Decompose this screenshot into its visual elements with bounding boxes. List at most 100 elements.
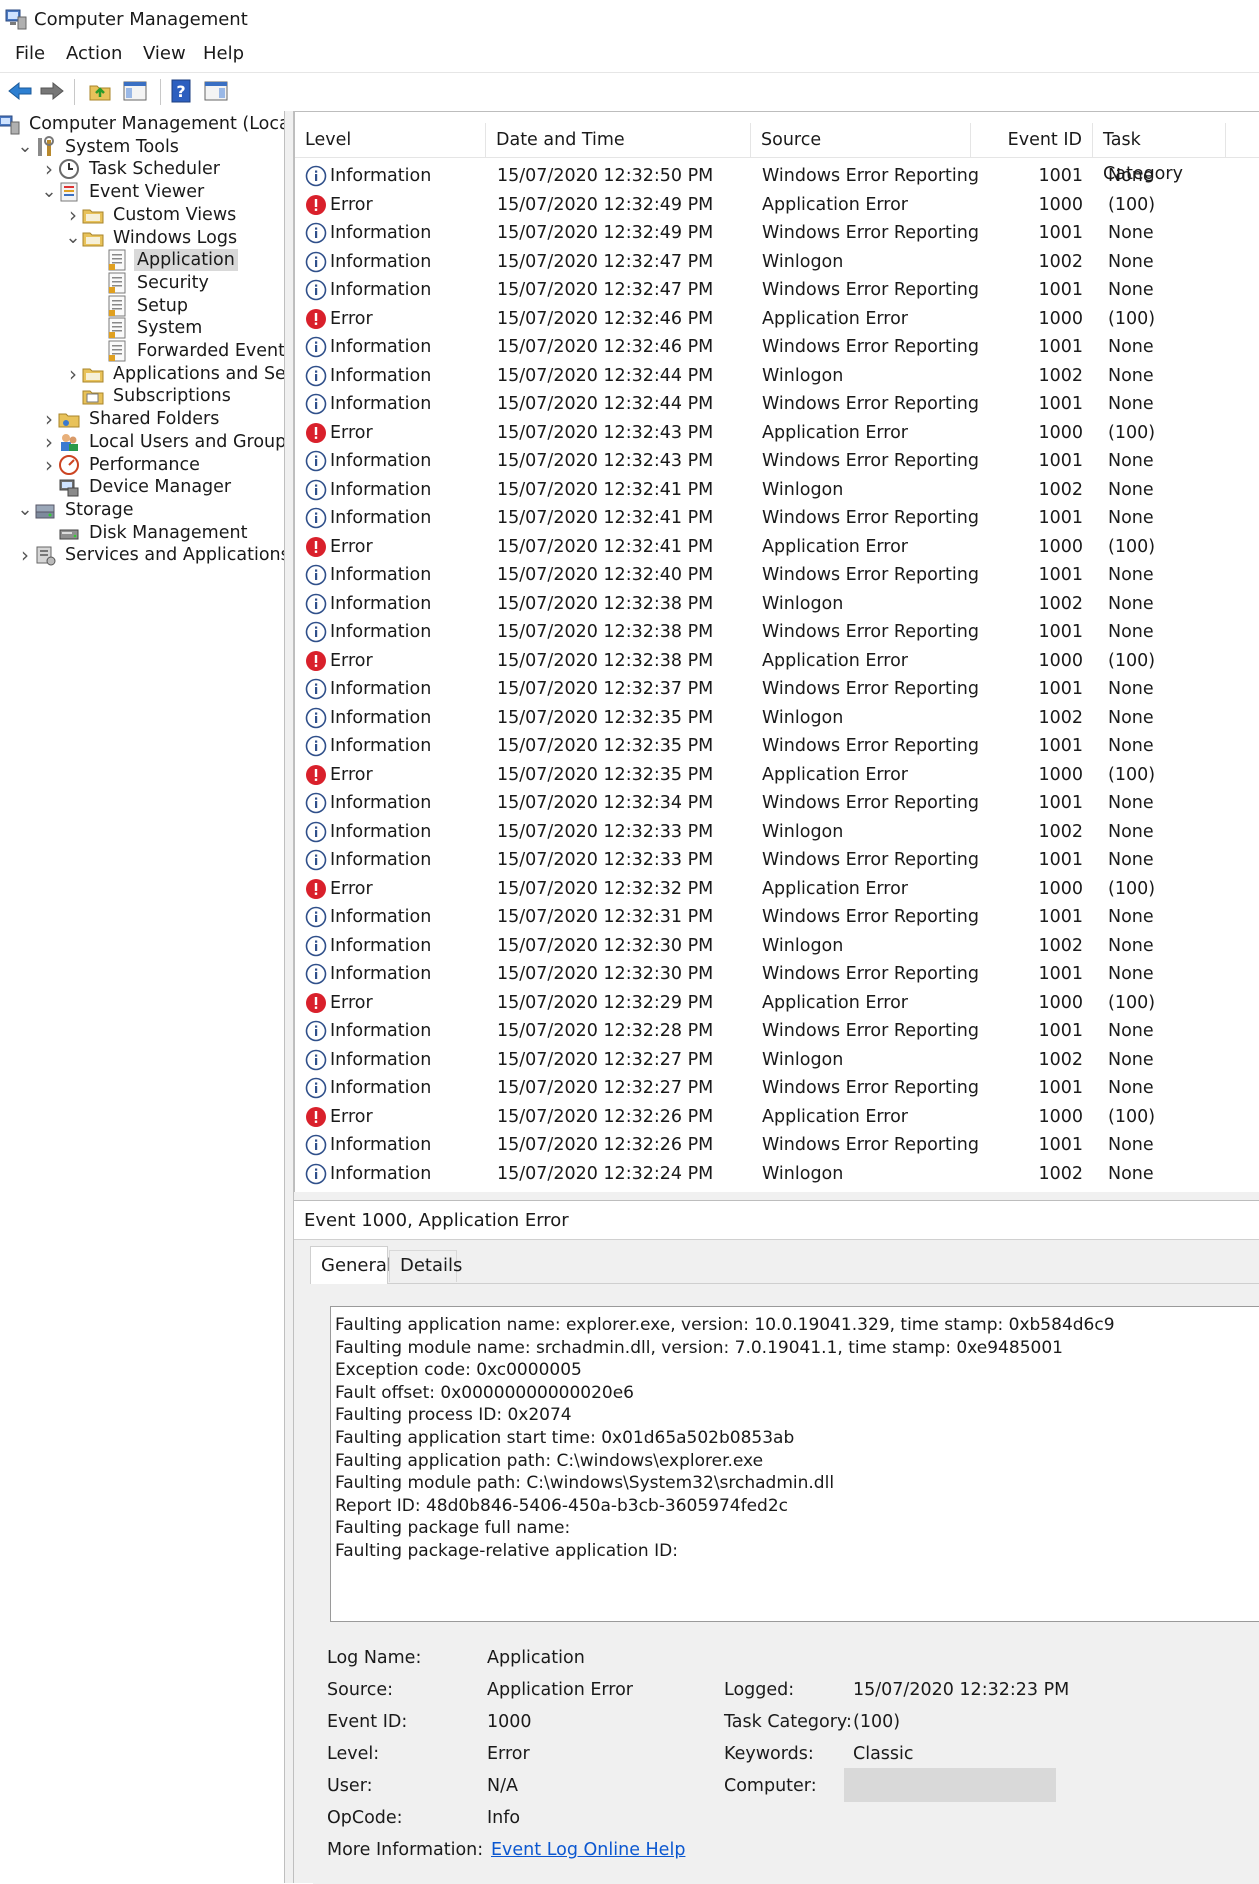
table-row[interactable]: Information 15/07/2020 12:32:26 PM Windows… (295, 1131, 1259, 1160)
table-row[interactable]: Error 15/07/2020 12:32:49 PM Application E… (295, 191, 1259, 220)
cell-level: Information (330, 821, 432, 842)
cell-task-category: None (1108, 394, 1154, 414)
description-line: Faulting module name: srchadmin.dll, ver… (335, 1337, 1063, 1358)
cell-event-id: 1001 (1038, 907, 1083, 927)
table-row[interactable]: Information 15/07/2020 12:32:44 PM Winlogo… (295, 362, 1259, 391)
cell-source: Winlogon (762, 1163, 844, 1184)
cell-level: Information (330, 251, 432, 272)
table-row[interactable]: Error 15/07/2020 12:32:41 PM Application E… (295, 533, 1259, 562)
expand-chevron-icon[interactable]: ⌄ (40, 183, 58, 201)
column-header-task-category[interactable]: Task Category (1093, 123, 1226, 184)
table-row[interactable]: Information 15/07/2020 12:32:37 PM Windows… (295, 675, 1259, 704)
error-icon (306, 1106, 326, 1127)
menu-view[interactable]: View (141, 43, 188, 64)
cell-level: Information (330, 935, 432, 956)
forward-button[interactable] (37, 77, 67, 105)
menu-help[interactable]: Help (201, 43, 246, 64)
table-row[interactable]: Information 15/07/2020 12:32:27 PM Windows… (295, 1074, 1259, 1103)
column-header-level[interactable]: Level (295, 123, 486, 157)
horizontal-splitter[interactable] (294, 1192, 1259, 1201)
column-header-source[interactable]: Source (751, 123, 971, 157)
table-row[interactable]: Information 15/07/2020 12:32:50 PM Windows… (295, 162, 1259, 191)
menu-file[interactable]: File (13, 43, 47, 64)
expand-chevron-icon[interactable]: ⌄ (64, 228, 82, 247)
users-icon (61, 433, 78, 451)
tab-details[interactable]: Details (389, 1250, 462, 1282)
collapse-chevron-icon[interactable]: › (64, 362, 82, 386)
cell-source: Windows Error Reporting (762, 964, 979, 984)
event-log-online-help-link[interactable]: Event Log Online Help (491, 1840, 685, 1860)
cell-task-category: None (1108, 337, 1154, 357)
window-title: Computer Management (34, 9, 248, 30)
table-row[interactable]: Information 15/07/2020 12:32:41 PM Windows… (295, 504, 1259, 533)
cell-task-category: None (1108, 565, 1154, 585)
table-row[interactable]: Information 15/07/2020 12:32:41 PM Winlogo… (295, 476, 1259, 505)
collapse-chevron-icon[interactable]: › (40, 157, 58, 181)
table-row[interactable]: Information 15/07/2020 12:32:47 PM Winlogo… (295, 248, 1259, 277)
collapse-chevron-icon[interactable]: › (40, 407, 58, 431)
up-folder-button[interactable] (85, 77, 115, 105)
table-row[interactable]: Error 15/07/2020 12:32:29 PM Application E… (295, 989, 1259, 1018)
cell-date-time: 15/07/2020 12:32:29 PM (497, 992, 714, 1013)
table-row[interactable]: Information 15/07/2020 12:32:24 PM Winlogo… (295, 1160, 1259, 1189)
expand-chevron-icon[interactable]: ⌄ (16, 137, 34, 156)
table-row[interactable]: Information 15/07/2020 12:32:33 PM Windows… (295, 846, 1259, 875)
menu-action[interactable]: Action (64, 43, 124, 64)
cell-source: Windows Error Reporting (762, 622, 979, 642)
log-icon (108, 317, 126, 339)
table-row[interactable]: Information 15/07/2020 12:32:35 PM Winlogo… (295, 704, 1259, 733)
expand-chevron-icon[interactable]: ⌄ (16, 500, 34, 519)
table-row[interactable]: Information 15/07/2020 12:32:34 PM Windows… (295, 789, 1259, 818)
show-hide-tree-button[interactable] (120, 77, 150, 105)
collapse-chevron-icon[interactable]: › (40, 430, 58, 454)
table-row[interactable]: Error 15/07/2020 12:32:43 PM Application E… (295, 419, 1259, 448)
back-button[interactable] (5, 77, 35, 105)
cell-event-id: 1002 (1038, 707, 1083, 728)
table-row[interactable]: Information 15/07/2020 12:32:28 PM Windows… (295, 1017, 1259, 1046)
table-row[interactable]: Error 15/07/2020 12:32:32 PM Application E… (295, 875, 1259, 904)
table-row[interactable]: Error 15/07/2020 12:32:38 PM Application E… (295, 647, 1259, 676)
column-header-date-time[interactable]: Date and Time (486, 123, 751, 157)
description-line: Faulting package full name: (335, 1518, 571, 1539)
tab-general[interactable]: General (310, 1246, 392, 1284)
cell-date-time: 15/07/2020 12:32:27 PM (497, 1049, 714, 1070)
description-line: Fault offset: 0x00000000000020e6 (335, 1382, 635, 1403)
cell-level: Error (330, 650, 373, 671)
table-row[interactable]: Error 15/07/2020 12:32:35 PM Application E… (295, 761, 1259, 790)
table-row[interactable]: Information 15/07/2020 12:32:31 PM Windows… (295, 903, 1259, 932)
tree-item-label: Security (137, 272, 209, 293)
collapse-chevron-icon[interactable]: › (40, 453, 58, 477)
help-button[interactable]: ? (166, 77, 196, 105)
table-row[interactable]: Information 15/07/2020 12:32:38 PM Winlogo… (295, 590, 1259, 619)
table-row[interactable]: Error 15/07/2020 12:32:46 PM Application E… (295, 305, 1259, 334)
event-description-box[interactable]: Faulting application name: explorer.exe,… (330, 1306, 1259, 1622)
cell-level: Information (330, 166, 432, 186)
table-row[interactable]: Information 15/07/2020 12:32:46 PM Windows… (295, 333, 1259, 362)
table-row[interactable]: Information 15/07/2020 12:32:33 PM Winlogo… (295, 818, 1259, 847)
table-row[interactable]: Information 15/07/2020 12:32:40 PM Windows… (295, 561, 1259, 590)
cell-level: Information (330, 964, 432, 984)
table-row[interactable]: Information 15/07/2020 12:32:38 PM Windows… (295, 618, 1259, 647)
cell-task-category: (100) (1108, 1106, 1156, 1127)
collapse-chevron-icon[interactable]: › (16, 543, 34, 567)
error-icon (306, 878, 326, 899)
collapse-chevron-icon[interactable]: › (64, 203, 82, 227)
table-row[interactable]: Information 15/07/2020 12:32:35 PM Windows… (295, 732, 1259, 761)
tree-item-label: Subscriptions (113, 386, 231, 407)
tree-item-services-and-applications[interactable]: › Services and Applications (16, 542, 284, 568)
toolbar-separator (160, 79, 161, 105)
table-row[interactable]: Error 15/07/2020 12:32:26 PM Application E… (295, 1103, 1259, 1132)
table-row[interactable]: Information 15/07/2020 12:32:49 PM Windows… (295, 219, 1259, 248)
show-hide-action-pane-button[interactable] (201, 77, 231, 105)
table-row[interactable]: Information 15/07/2020 12:32:44 PM Windows… (295, 390, 1259, 419)
column-header-event-id[interactable]: Event ID (971, 123, 1093, 157)
table-row[interactable]: Information 15/07/2020 12:32:27 PM Winlogo… (295, 1046, 1259, 1075)
vertical-splitter[interactable] (285, 111, 294, 1883)
table-row[interactable]: Information 15/07/2020 12:32:30 PM Winlogo… (295, 932, 1259, 961)
information-icon (305, 678, 327, 700)
cell-level: Information (330, 793, 432, 813)
table-row[interactable]: Information 15/07/2020 12:32:47 PM Windows… (295, 276, 1259, 305)
table-row[interactable]: Information 15/07/2020 12:32:43 PM Windows… (295, 447, 1259, 476)
table-row[interactable]: Information 15/07/2020 12:32:30 PM Windows… (295, 960, 1259, 989)
